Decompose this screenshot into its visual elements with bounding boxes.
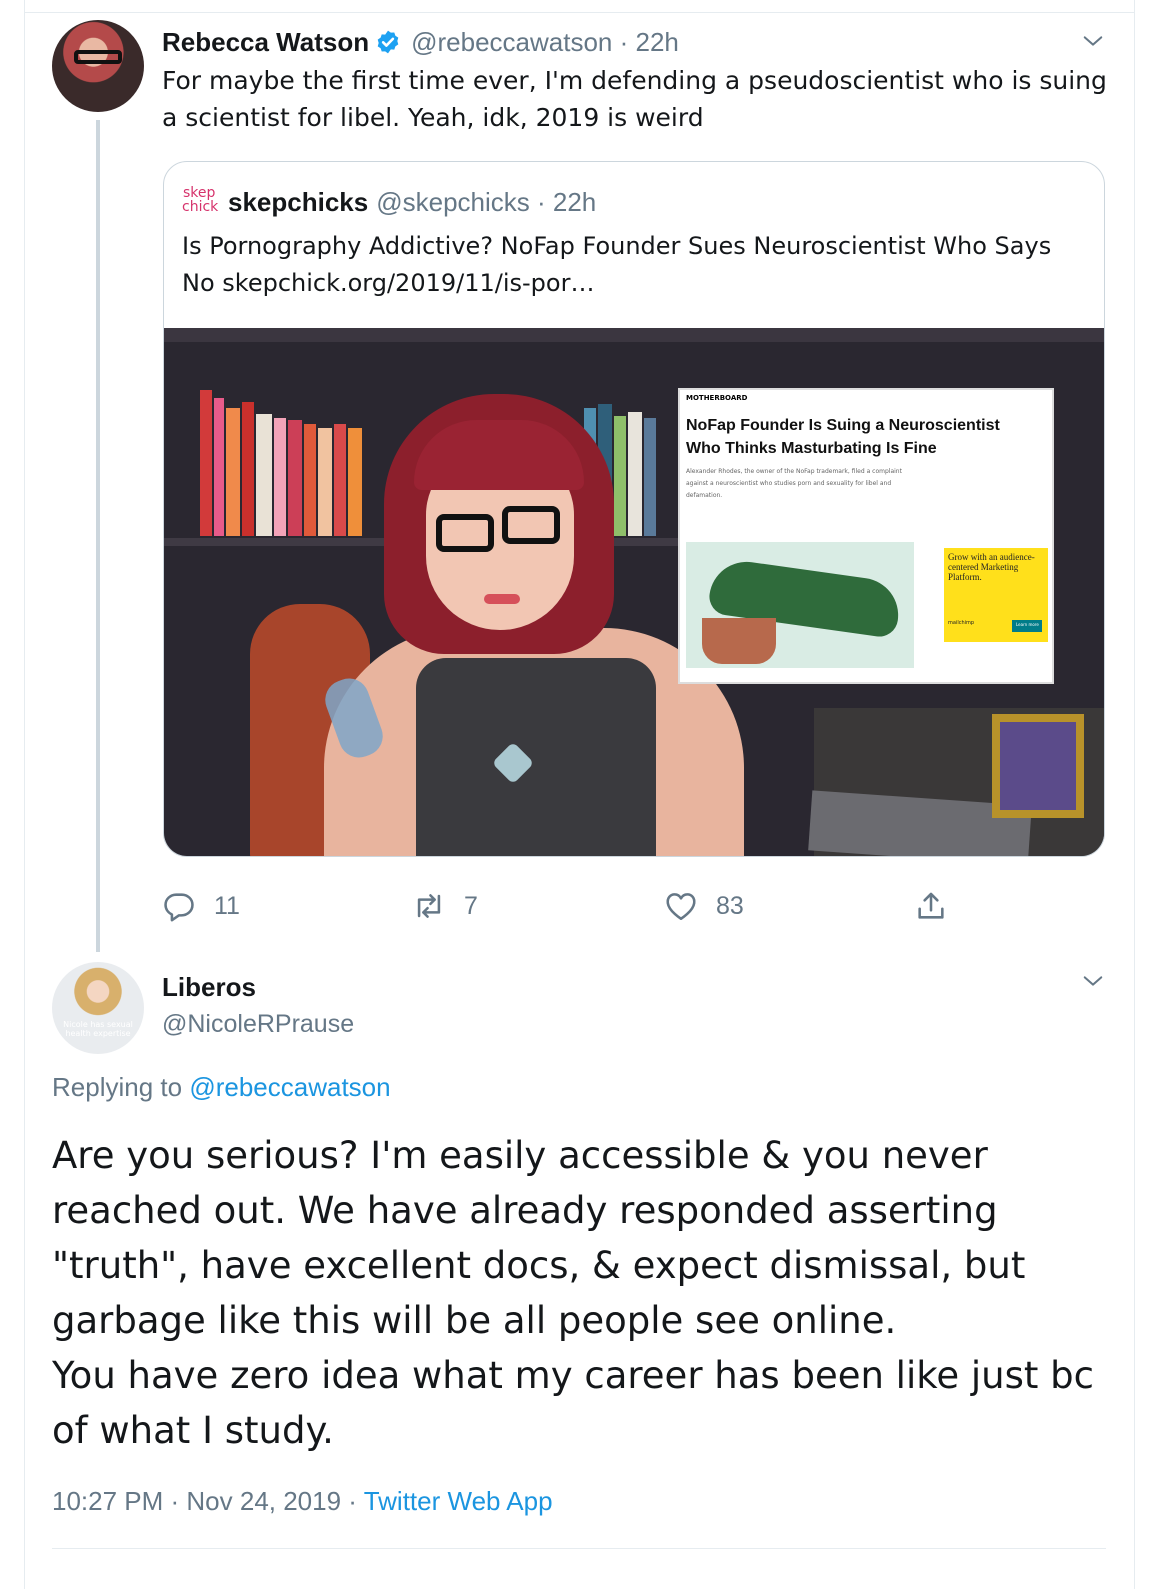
book [644, 418, 656, 536]
book [628, 412, 642, 536]
replying-to-link[interactable]: @rebeccawatson [189, 1072, 390, 1102]
book [226, 408, 240, 536]
tweet1-text: For maybe the first time ever, I'm defen… [162, 66, 1107, 132]
tweet2-display-name[interactable]: Liberos [162, 968, 354, 1006]
tweet1-header: Rebecca Watson @rebeccawatson · 22h [162, 22, 679, 62]
tweet2-text: Are you serious? I'm easily accessible &… [52, 1134, 1094, 1452]
book [318, 428, 332, 536]
article-ad: Grow with an audience-centered Marketing… [944, 548, 1048, 642]
tweet1-action-bar: 11 7 83 [162, 884, 962, 928]
timeline-border-top [24, 12, 1135, 13]
retweet-button[interactable]: 7 [412, 884, 478, 928]
book [348, 428, 362, 536]
replying-to-line: Replying to @rebeccawatson [52, 1072, 391, 1103]
like-icon [666, 893, 696, 921]
bookshelf-shelf [164, 538, 404, 546]
book [242, 402, 254, 536]
article-headline: NoFap Founder Is Suing a Neuroscientist … [686, 417, 1000, 457]
book [288, 420, 302, 536]
quoted-media-image[interactable]: MOTHERBOARD NoFap Founder Is Suing a Neu… [164, 328, 1104, 856]
book [200, 390, 212, 536]
book [274, 418, 286, 536]
tweet2-header: Liberos @NicoleRPrause [162, 968, 354, 1042]
person-glasses-right [502, 506, 560, 544]
book [214, 398, 224, 536]
article-screenshot: MOTHERBOARD NoFap Founder Is Suing a Neu… [680, 390, 1052, 682]
skepchick-avatar-text-bottom: chick [182, 199, 219, 215]
person-glasses-left [436, 514, 494, 552]
ad-brand: mailchimp [948, 620, 975, 626]
reply-count: 11 [214, 891, 240, 920]
reply-icon [164, 893, 194, 922]
retweet-icon [417, 894, 441, 918]
like-button[interactable]: 83 [664, 884, 744, 928]
skepchick-avatar-text-top: skep [183, 185, 216, 201]
bookshelf-top [164, 328, 1104, 342]
quoted-display-name[interactable]: skepchicks [228, 187, 368, 218]
framed-picture [992, 714, 1084, 818]
ad-text: Grow with an audience-centered Marketing… [948, 552, 1035, 582]
like-count: 83 [716, 891, 744, 920]
bookshelf-shelf [604, 538, 684, 546]
ad-button: Learn more [1012, 620, 1042, 632]
thread-connector-line [96, 120, 100, 952]
ad-button-label: Learn more [1016, 622, 1039, 627]
timeline-border-left [24, 0, 25, 1589]
book [304, 424, 316, 536]
flower-pot [702, 618, 776, 664]
book [614, 416, 626, 536]
tweet2-source-app[interactable]: Twitter Web App [364, 1486, 553, 1516]
quoted-tweet-text: Is Pornography Addictive? NoFap Founder … [182, 232, 1052, 297]
quoted-handle-time[interactable]: @skepchicks · 22h [376, 187, 596, 218]
share-button[interactable] [914, 884, 948, 928]
retweet-count: 7 [464, 891, 478, 920]
article-publication: MOTHERBOARD [686, 394, 748, 402]
reply-button[interactable]: 11 [162, 884, 240, 928]
chevron-down-icon[interactable] [1082, 30, 1104, 52]
avatar-rebecca-watson[interactable] [52, 20, 144, 112]
quoted-tweet-card[interactable]: skep chick skepchicks @skepchicks · 22h … [163, 161, 1105, 857]
person-lips [484, 594, 520, 604]
person-tank-top [416, 658, 656, 856]
book [334, 424, 346, 536]
tweet2-timestamp[interactable]: 10:27 PM · Nov 24, 2019 · [52, 1486, 364, 1516]
article-description: Alexander Rhodes, the owner of the NoFap… [686, 468, 902, 499]
share-icon [918, 892, 944, 919]
tweet2-timestamp-line: 10:27 PM · Nov 24, 2019 · Twitter Web Ap… [52, 1486, 553, 1517]
bottom-divider [52, 1548, 1106, 1549]
quoted-tweet-header: skep chick skepchicks @skepchicks · 22h [182, 184, 596, 220]
tweet2-handle[interactable]: @NicoleRPrause [162, 1006, 354, 1042]
avatar-liberos[interactable]: Nicole has sexual health expertise [52, 962, 144, 1054]
avatar-glasses [74, 50, 122, 64]
skepchick-avatar[interactable]: skep chick [182, 184, 218, 220]
verified-badge-icon [377, 30, 399, 54]
tweet1-display-name[interactable]: Rebecca Watson [162, 27, 369, 58]
timeline-border-right [1134, 0, 1135, 1589]
tweet1-handle-time[interactable]: @rebeccawatson · 22h [411, 27, 679, 58]
book [256, 414, 272, 536]
replying-to-prefix: Replying to [52, 1072, 190, 1102]
chevron-down-icon[interactable] [1082, 970, 1104, 992]
avatar-caption: Nicole has sexual health expertise [63, 1020, 133, 1038]
